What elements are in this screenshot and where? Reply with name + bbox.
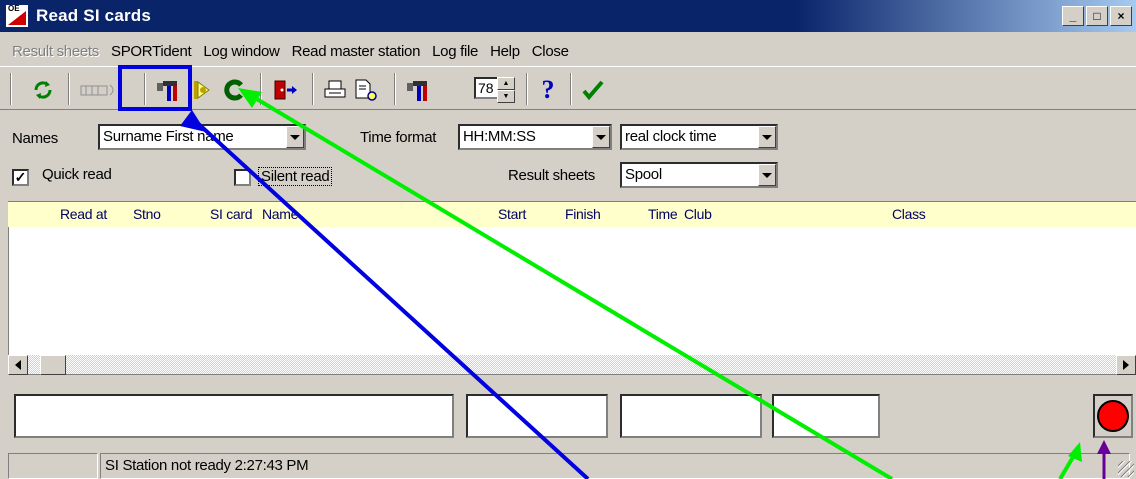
menu-sportident[interactable]: SPORTident bbox=[105, 43, 197, 60]
column-header-time[interactable]: Time bbox=[648, 206, 678, 222]
names-value: Surname First name bbox=[103, 128, 234, 145]
scroll-right-icon[interactable] bbox=[1116, 355, 1136, 375]
close-window-button[interactable]: × bbox=[1110, 6, 1132, 26]
clock-value: real clock time bbox=[625, 128, 717, 145]
menu-result-sheets[interactable]: Result sheets bbox=[6, 43, 105, 60]
app-icon: OE bbox=[6, 5, 28, 27]
spin-down-icon[interactable]: ▼ bbox=[497, 90, 515, 103]
time-format-dropdown[interactable]: HH:MM:SS bbox=[458, 124, 612, 150]
toolbar-separator bbox=[526, 73, 528, 105]
toolbar-separator bbox=[68, 73, 70, 105]
card-reader-icon[interactable] bbox=[80, 77, 120, 103]
scroll-left-icon[interactable] bbox=[8, 355, 28, 375]
status-bar: SI Station not ready 2:27:43 PM bbox=[0, 451, 1136, 479]
print-icon[interactable] bbox=[322, 77, 348, 103]
horizontal-scrollbar[interactable] bbox=[8, 355, 1136, 375]
chevron-down-icon[interactable] bbox=[286, 126, 304, 148]
column-header-stno[interactable]: Stno bbox=[133, 206, 161, 222]
key-icon[interactable] bbox=[190, 77, 216, 103]
column-header-finish[interactable]: Finish bbox=[565, 206, 601, 222]
menu-log-window[interactable]: Log window bbox=[197, 43, 285, 60]
menu-read-master-station[interactable]: Read master station bbox=[286, 43, 427, 60]
menu-log-file[interactable]: Log file bbox=[426, 43, 484, 60]
station-status-indicator bbox=[1093, 394, 1133, 438]
chevron-down-icon[interactable] bbox=[592, 126, 610, 148]
green-circle-icon[interactable] bbox=[222, 77, 248, 103]
counter-spinner[interactable]: ▲ ▼ bbox=[497, 77, 515, 103]
silent-read-checkbox[interactable] bbox=[234, 169, 251, 186]
exit-icon[interactable] bbox=[272, 77, 300, 103]
names-label: Names bbox=[12, 130, 59, 147]
toolbar: 78 ▲ ▼ ? bbox=[0, 66, 1136, 110]
menu-help[interactable]: Help bbox=[484, 43, 526, 60]
time-display-field bbox=[772, 394, 880, 438]
result-sheets-label: Result sheets bbox=[508, 167, 595, 184]
names-dropdown[interactable]: Surname First name bbox=[98, 124, 306, 150]
column-header-start[interactable]: Start bbox=[498, 206, 526, 222]
toolbar-separator bbox=[260, 73, 262, 105]
read-si-cards-window: OE Read SI cards _ □ × Result sheets SPO… bbox=[0, 0, 1136, 479]
status-cell-empty bbox=[8, 453, 98, 479]
result-sheets-dropdown[interactable]: Spool bbox=[620, 162, 778, 188]
chevron-down-icon[interactable] bbox=[758, 164, 776, 186]
clock-dropdown[interactable]: real clock time bbox=[620, 124, 778, 150]
window-title: Read SI cards bbox=[36, 6, 152, 25]
resize-grip-icon[interactable] bbox=[1118, 461, 1134, 477]
result-sheets-value: Spool bbox=[625, 166, 662, 183]
app-icon-text: OE bbox=[8, 4, 20, 13]
column-header-si-card[interactable]: SI card bbox=[210, 206, 253, 222]
menu-close[interactable]: Close bbox=[526, 43, 575, 60]
spin-up-icon[interactable]: ▲ bbox=[497, 77, 515, 90]
print-preview-icon[interactable] bbox=[352, 77, 380, 103]
column-header-club[interactable]: Club bbox=[684, 206, 712, 222]
help-icon[interactable]: ? bbox=[536, 75, 560, 104]
title-bar[interactable]: OE Read SI cards _ □ × bbox=[0, 0, 1136, 32]
scroll-thumb[interactable] bbox=[40, 355, 66, 375]
maximize-button[interactable]: □ bbox=[1086, 6, 1108, 26]
column-header-read-at[interactable]: Read at bbox=[60, 206, 107, 222]
quick-read-checkbox[interactable]: ✓ bbox=[12, 169, 29, 186]
column-header-class[interactable]: Class bbox=[892, 206, 926, 222]
table-header: Read at Stno SI card Name Start Finish T… bbox=[8, 201, 1136, 227]
silent-read-label: Silent read bbox=[258, 167, 333, 186]
toolbar-separator bbox=[144, 73, 146, 105]
chevron-down-icon[interactable] bbox=[758, 126, 776, 148]
minimize-button[interactable]: _ bbox=[1062, 6, 1084, 26]
station-config-icon[interactable] bbox=[404, 77, 434, 103]
status-text: SI Station not ready 2:27:43 PM bbox=[100, 453, 1130, 479]
settings-station-icon[interactable] bbox=[154, 77, 184, 103]
time-format-label: Time format bbox=[360, 129, 437, 146]
red-light-icon bbox=[1097, 400, 1129, 432]
quick-read-label: Quick read bbox=[42, 166, 112, 183]
check-icon[interactable] bbox=[580, 77, 606, 103]
toolbar-separator bbox=[570, 73, 572, 105]
time-format-value: HH:MM:SS bbox=[463, 128, 536, 145]
start-display-field bbox=[466, 394, 608, 438]
refresh-icon[interactable] bbox=[30, 77, 56, 103]
toolbar-separator bbox=[394, 73, 396, 105]
toolbar-separator bbox=[10, 73, 12, 105]
name-display-field bbox=[14, 394, 454, 438]
finish-display-field bbox=[620, 394, 762, 438]
results-table-body[interactable] bbox=[8, 227, 1136, 355]
menu-bar: Result sheets SPORTident Log window Read… bbox=[0, 38, 575, 64]
column-header-name[interactable]: Name bbox=[262, 206, 298, 222]
toolbar-separator bbox=[312, 73, 314, 105]
